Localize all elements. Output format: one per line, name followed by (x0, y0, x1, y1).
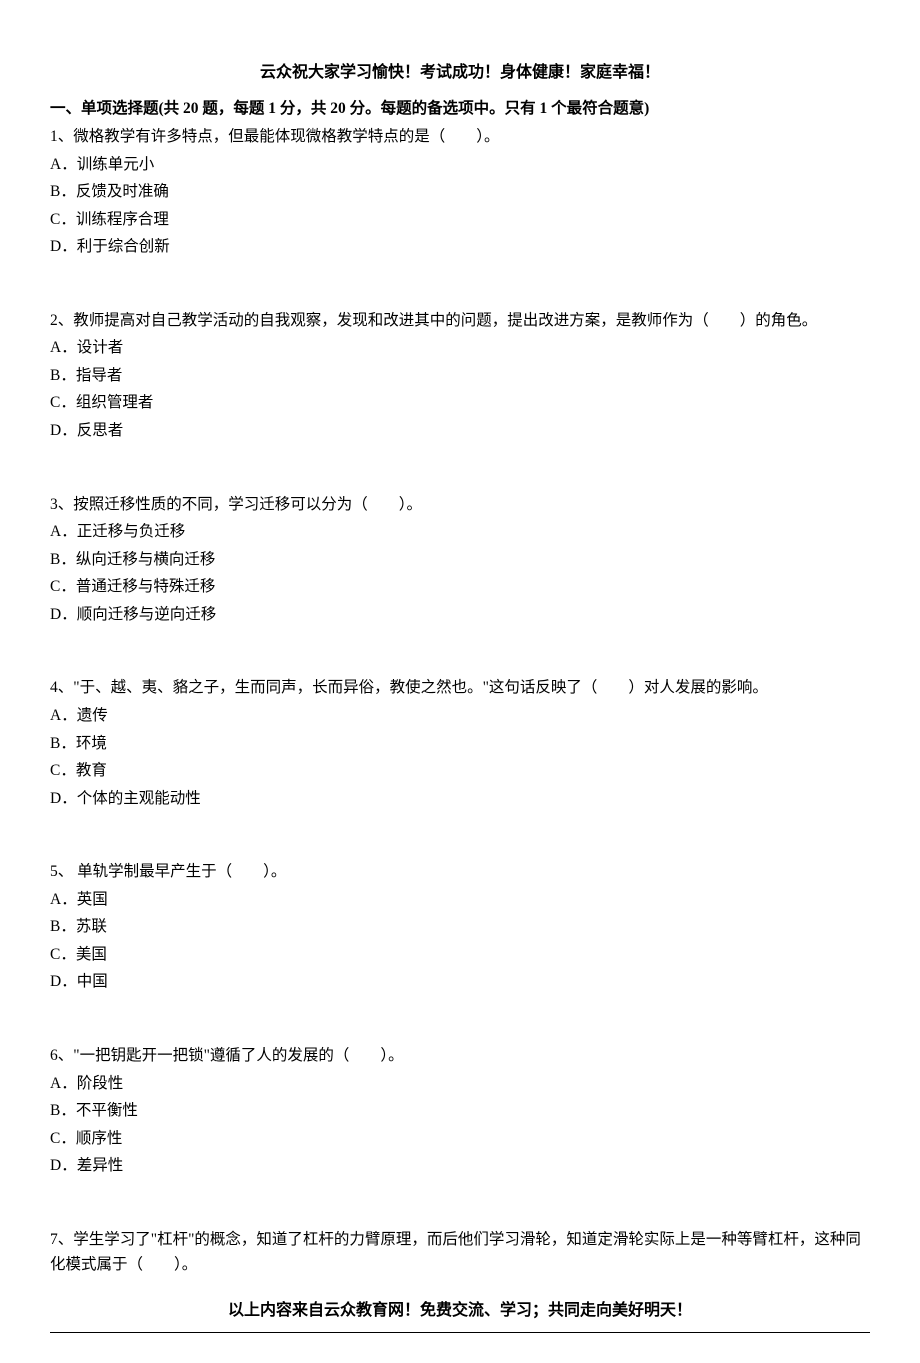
question-stem: 2、教师提高对自己教学活动的自我观察，发现和改进其中的问题，提出改进方案，是教师… (50, 308, 870, 334)
question-option: B．不平衡性 (50, 1098, 870, 1124)
question-option: B．指导者 (50, 363, 870, 389)
question-option: D．反思者 (50, 418, 870, 444)
question-block: 3、按照迁移性质的不同，学习迁移可以分为（ ）。 A．正迁移与负迁移 B．纵向迁… (50, 492, 870, 628)
question-stem: 5、 单轨学制最早产生于（ ）。 (50, 859, 870, 885)
question-block: 4、"于、越、夷、貉之子，生而同声，长而异俗，教使之然也。"这句话反映了（ ）对… (50, 675, 870, 811)
question-option: A．设计者 (50, 335, 870, 361)
question-option: B．反馈及时准确 (50, 179, 870, 205)
question-option: B．环境 (50, 731, 870, 757)
question-option: D．顺向迁移与逆向迁移 (50, 602, 870, 628)
page-header-title: 云众祝大家学习愉快！考试成功！身体健康！家庭幸福！ (50, 60, 870, 86)
question-option: C．顺序性 (50, 1126, 870, 1152)
question-option: B．纵向迁移与横向迁移 (50, 547, 870, 573)
question-stem: 6、"一把钥匙开一把锁"遵循了人的发展的（ ）。 (50, 1043, 870, 1069)
question-block: 1、微格教学有许多特点，但最能体现微格教学特点的是（ ）。 A．训练单元小 B．… (50, 124, 870, 260)
question-stem: 3、按照迁移性质的不同，学习迁移可以分为（ ）。 (50, 492, 870, 518)
question-option: A．英国 (50, 887, 870, 913)
question-option: D．差异性 (50, 1153, 870, 1179)
question-option: D．个体的主观能动性 (50, 786, 870, 812)
question-option: B．苏联 (50, 914, 870, 940)
question-option: A．阶段性 (50, 1071, 870, 1097)
question-block: 5、 单轨学制最早产生于（ ）。 A．英国 B．苏联 C．美国 D．中国 (50, 859, 870, 995)
question-option: C．教育 (50, 758, 870, 784)
question-option: A．正迁移与负迁移 (50, 519, 870, 545)
question-option: D．利于综合创新 (50, 234, 870, 260)
question-block: 2、教师提高对自己教学活动的自我观察，发现和改进其中的问题，提出改进方案，是教师… (50, 308, 870, 444)
footer-divider (50, 1332, 870, 1333)
question-option: C．训练程序合理 (50, 207, 870, 233)
question-block: 6、"一把钥匙开一把锁"遵循了人的发展的（ ）。 A．阶段性 B．不平衡性 C．… (50, 1043, 870, 1179)
question-stem: 4、"于、越、夷、貉之子，生而同声，长而异俗，教使之然也。"这句话反映了（ ）对… (50, 675, 870, 701)
question-option: C．普通迁移与特殊迁移 (50, 574, 870, 600)
question-option: C．美国 (50, 942, 870, 968)
question-option: A．遗传 (50, 703, 870, 729)
question-stem: 7、学生学习了"杠杆"的概念，知道了杠杆的力臂原理，而后他们学习滑轮，知道定滑轮… (50, 1227, 870, 1278)
question-stem: 1、微格教学有许多特点，但最能体现微格教学特点的是（ ）。 (50, 124, 870, 150)
question-option: A．训练单元小 (50, 152, 870, 178)
question-option: D．中国 (50, 969, 870, 995)
question-block: 7、学生学习了"杠杆"的概念，知道了杠杆的力臂原理，而后他们学习滑轮，知道定滑轮… (50, 1227, 870, 1278)
section-title: 一、单项选择题(共 20 题，每题 1 分，共 20 分。每题的备选项中。只有 … (50, 96, 870, 122)
question-option: C．组织管理者 (50, 390, 870, 416)
